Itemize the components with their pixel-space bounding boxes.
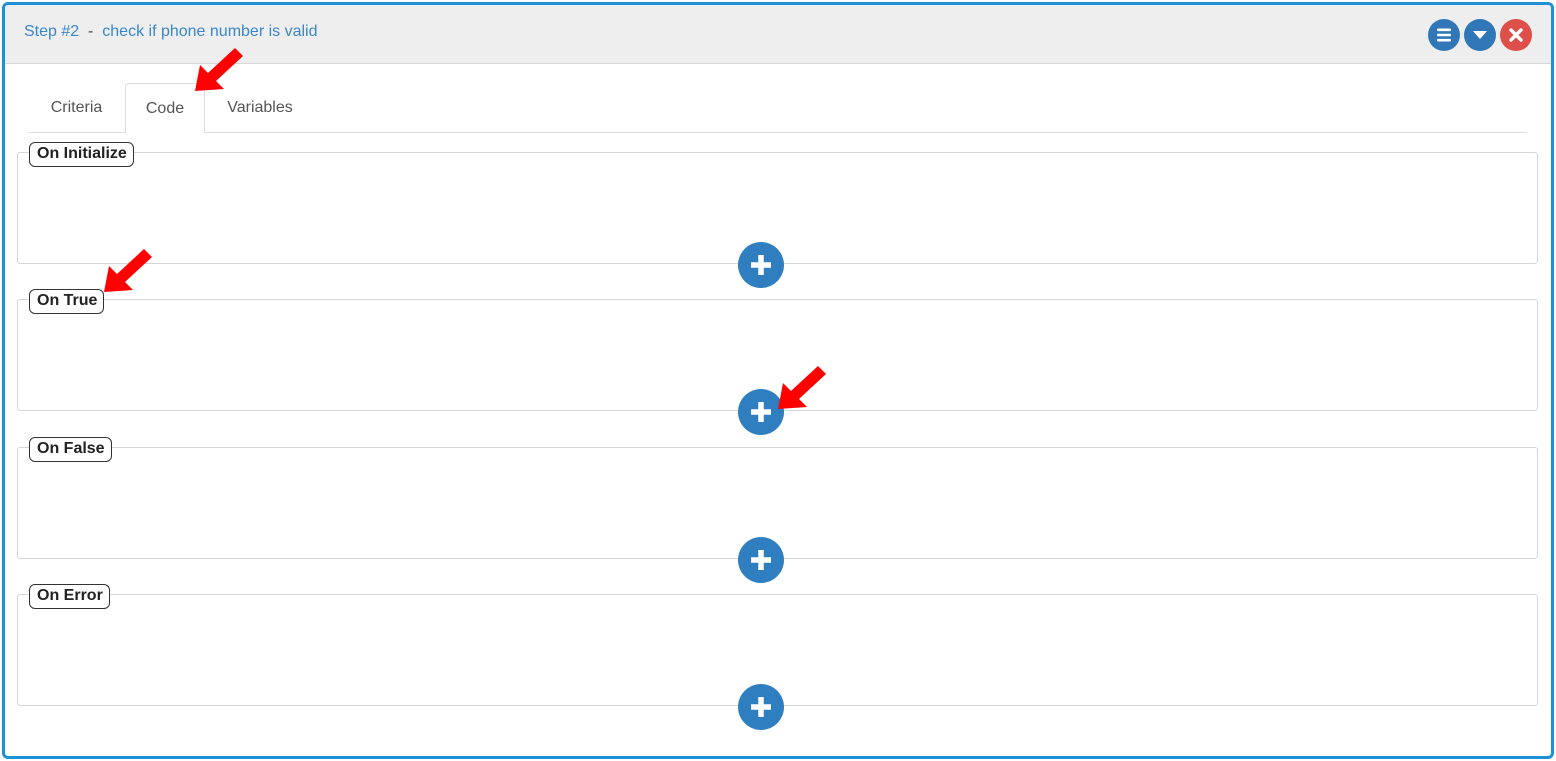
tab-label: Criteria <box>50 99 103 116</box>
section-title: On False <box>29 437 112 462</box>
step-label: Step #2 <box>24 23 80 40</box>
tab-label: Code <box>145 99 185 117</box>
tab-label: Variables <box>227 99 293 116</box>
add-code-button[interactable] <box>738 537 784 583</box>
step-name: check if phone number is valid <box>102 23 318 40</box>
hamburger-menu-icon <box>1437 28 1451 42</box>
section-on-true: On True <box>17 289 1538 435</box>
section-on-error: On Error <box>17 584 1538 730</box>
collapse-button[interactable] <box>1464 19 1496 51</box>
plus-icon <box>751 255 771 275</box>
add-code-button[interactable] <box>738 242 784 288</box>
tab-variables[interactable]: Variables <box>205 83 315 133</box>
section-title: On True <box>29 289 105 314</box>
add-code-button[interactable] <box>738 389 784 435</box>
step-panel: Step #2 - check if phone number is valid… <box>2 2 1554 759</box>
section-title: On Initialize <box>29 142 134 167</box>
section-on-initialize: On Initialize <box>17 142 1538 288</box>
tab-code[interactable]: Code <box>125 83 205 134</box>
section-on-false: On False <box>17 437 1538 583</box>
menu-button[interactable] <box>1428 19 1460 51</box>
plus-icon <box>751 402 771 422</box>
plus-icon <box>751 697 771 717</box>
panel-header: Step #2 - check if phone number is valid <box>5 5 1551 64</box>
plus-icon <box>751 550 771 570</box>
tab-criteria[interactable]: Criteria <box>28 83 125 133</box>
section-title: On Error <box>29 584 110 609</box>
close-x-icon <box>1509 28 1523 42</box>
add-code-button[interactable] <box>738 684 784 730</box>
step-title: Step #2 - check if phone number is valid <box>24 23 318 41</box>
tab-bar: Criteria Code Variables <box>28 83 1527 134</box>
caret-down-icon <box>1473 31 1487 39</box>
close-button[interactable] <box>1500 19 1532 51</box>
title-separator: - <box>88 23 94 40</box>
